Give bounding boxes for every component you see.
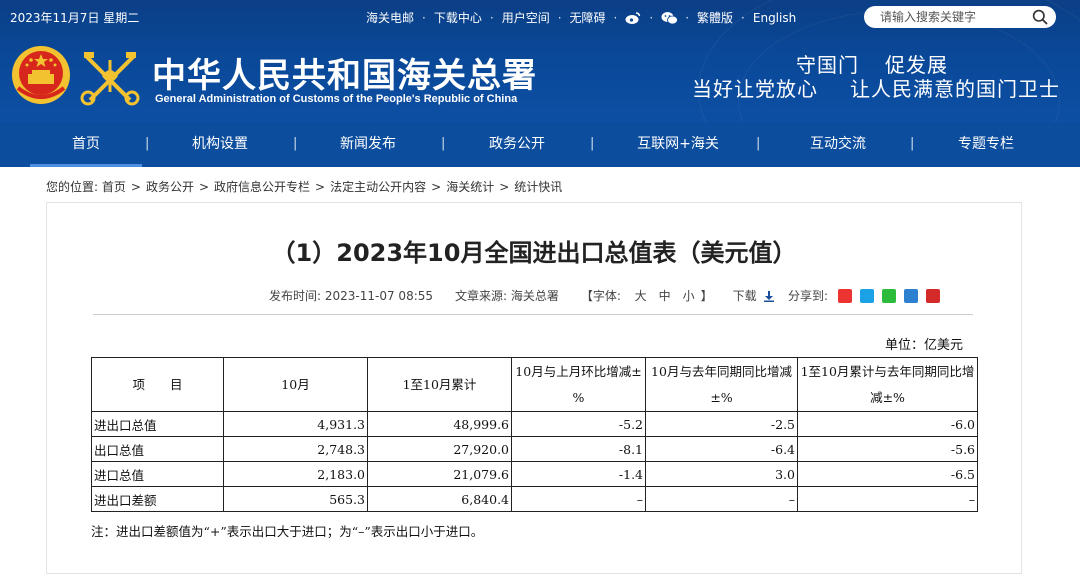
wechat-icon[interactable] — [661, 11, 679, 25]
search-box — [864, 6, 1056, 28]
customs-badge-icon — [80, 46, 140, 108]
site-name-cn: 中华人民共和国海关总署 — [152, 56, 537, 96]
slogan-item: 让人民满意的国门卫士 — [850, 77, 1060, 101]
breadcrumb: 您的位置: 首页 > 政务公开 > 政府信息公开专栏 > 法定主动公开内容 > 海关统计 > 统计快… — [46, 180, 563, 194]
breadcrumb-item[interactable]: 政府信息公开专栏 — [214, 180, 310, 194]
table-note: 注：进出口差额值为“+”表示出口大于进口；为“–”表示出口小于进口。 — [91, 524, 484, 539]
breadcrumb-item[interactable]: 海关统计 — [446, 180, 494, 194]
divider — [93, 314, 973, 315]
table-cell: 6,840.4 — [367, 486, 512, 512]
table-row: 出口总值 2,748.3 27,920.0 -8.1 -6.4 -5.6 — [91, 436, 978, 462]
breadcrumb-prefix: 您的位置: — [46, 180, 99, 194]
breadcrumb-item[interactable]: 政务公开 — [146, 180, 194, 194]
table-row: 进口总值 2,183.0 21,079.6 -1.4 3.0 -6.5 — [91, 461, 978, 487]
table-header-cell: 1至10月累计与去年同期同比增减±% — [797, 357, 978, 412]
top-links: 海关电邮 · 下载中心 · 用户空间 · 无障碍 · · · 繁體版 · Eng… — [366, 9, 797, 26]
publish-label: 发布时间: — [269, 289, 322, 303]
table-cell: 2,748.3 — [223, 436, 368, 462]
table-header-cell: 10月 — [223, 357, 368, 412]
table-cell: -5.2 — [511, 411, 646, 437]
slogan-item: 当好让党放心 — [692, 77, 818, 101]
main-nav: 首页 | 机构设置 | 新闻发布 | 政务公开 | 互联网+海关 | 互动交流 … — [0, 122, 1080, 167]
share-wechat-icon[interactable] — [882, 288, 897, 303]
article-card: （1）2023年10月全国进出口总值表（美元值） 发布时间: 2023-11-0… — [46, 202, 1022, 574]
table-header-cell: 项 目 — [91, 357, 224, 412]
current-date: 2023年11月7日 星期二 — [10, 11, 140, 25]
table-cell: -5.6 — [797, 436, 978, 462]
article-title: （1）2023年10月全国进出口总值表（美元值） — [271, 239, 797, 267]
download-icon[interactable] — [763, 290, 775, 302]
link-download-center[interactable]: 下载中心 — [434, 9, 482, 26]
table-header-cell: 10月与上月环比增减±% — [511, 357, 646, 412]
font-size-small[interactable]: 小 — [683, 287, 695, 304]
share-bar: 分享到: — [788, 287, 941, 304]
table-cell: -8.1 — [511, 436, 646, 462]
link-customs-email[interactable]: 海关电邮 — [366, 9, 414, 26]
table-cell: -6.5 — [797, 461, 978, 487]
table-cell: – — [797, 486, 978, 512]
table-cell: 4,931.3 — [223, 411, 368, 437]
table-cell: 2,183.0 — [223, 461, 368, 487]
nav-item-news[interactable]: 新闻发布 — [318, 122, 418, 167]
search-icon[interactable] — [1032, 9, 1048, 25]
share-renren-icon[interactable] — [904, 288, 919, 303]
source-label: 文章来源: — [455, 289, 508, 303]
table-cell: – — [645, 486, 798, 512]
weibo-icon[interactable] — [625, 11, 641, 25]
table-unit: 单位：亿美元 — [885, 338, 964, 353]
nav-item-home[interactable]: 首页 — [30, 122, 142, 167]
font-size-large[interactable]: 大 — [635, 287, 647, 304]
slogan-line-2: 当好让党放心 让人民满意的国门卫士 — [692, 73, 1060, 102]
site-header: 2023年11月7日 星期二 海关电邮 · 下载中心 · 用户空间 · 无障碍 … — [0, 0, 1080, 122]
share-pdf-icon[interactable] — [926, 288, 941, 303]
source-value: 海关总署 — [510, 289, 559, 303]
share-weibo-icon[interactable] — [838, 288, 853, 303]
table-cell: 进出口差额 — [91, 486, 224, 512]
table-row: 进出口总值 4,931.3 48,999.6 -5.2 -2.5 -6.0 — [91, 411, 978, 437]
table-cell: 48,999.6 — [367, 411, 512, 437]
table-cell: 进口总值 — [91, 461, 224, 487]
breadcrumb-item[interactable]: 法定主动公开内容 — [330, 180, 426, 194]
national-emblem-icon[interactable] — [10, 44, 72, 106]
trade-value-table: 项 目 10月 1至10月累计 10月与上月环比增减±% 10月与去年同期同比增… — [91, 357, 978, 512]
site-name-en: General Administration of Customs of the… — [155, 93, 518, 105]
table-cell: 出口总值 — [91, 436, 224, 462]
table-cell: 21,079.6 — [367, 461, 512, 487]
table-row: 进出口差额 565.3 6,840.4 – – – — [91, 486, 978, 512]
table-cell: 进出口总值 — [91, 411, 224, 437]
top-bar: 2023年11月7日 星期二 海关电邮 · 下载中心 · 用户空间 · 无障碍 … — [0, 0, 1080, 34]
nav-item-internet-customs[interactable]: 互联网+海关 — [620, 122, 736, 167]
article-meta: 发布时间: 2023-11-07 08:55 文章来源: 海关总署 【字体: 大… — [269, 287, 775, 304]
share-qzone-icon[interactable] — [860, 288, 875, 303]
nav-item-interaction[interactable]: 互动交流 — [788, 122, 888, 167]
table-cell: -6.4 — [645, 436, 798, 462]
table-cell: -2.5 — [645, 411, 798, 437]
link-user-space[interactable]: 用户空间 — [502, 9, 550, 26]
search-input[interactable] — [880, 9, 1020, 25]
table-cell: 565.3 — [223, 486, 368, 512]
table-cell: -1.4 — [511, 461, 646, 487]
nav-item-government-affairs[interactable]: 政务公开 — [467, 122, 567, 167]
table-cell: 27,920.0 — [367, 436, 512, 462]
link-accessibility[interactable]: 无障碍 — [570, 9, 606, 26]
link-traditional-chinese[interactable]: 繁體版 — [697, 9, 733, 26]
share-label: 分享到: — [788, 289, 829, 303]
table-cell: 3.0 — [645, 461, 798, 487]
table-cell: -6.0 — [797, 411, 978, 437]
download-link[interactable]: 下载 — [733, 287, 757, 304]
publish-time: 2023-11-07 08:55 — [324, 288, 434, 303]
table-header-cell: 1至10月累计 — [367, 357, 512, 412]
nav-item-special-topics[interactable]: 专题专栏 — [936, 122, 1036, 167]
table-cell: – — [511, 486, 646, 512]
font-size-label: 【字体: — [580, 289, 621, 303]
table-header-cell: 10月与去年同期同比增减±% — [645, 357, 798, 412]
link-english[interactable]: English — [753, 11, 796, 25]
breadcrumb-item[interactable]: 首页 — [102, 180, 126, 194]
font-size-label-close: 】 — [700, 289, 713, 303]
breadcrumb-item[interactable]: 统计快讯 — [514, 180, 562, 194]
table-header-row: 项 目 10月 1至10月累计 10月与上月环比增减±% 10月与去年同期同比增… — [91, 357, 978, 412]
font-size-medium[interactable]: 中 — [659, 287, 671, 304]
nav-item-organization[interactable]: 机构设置 — [170, 122, 270, 167]
